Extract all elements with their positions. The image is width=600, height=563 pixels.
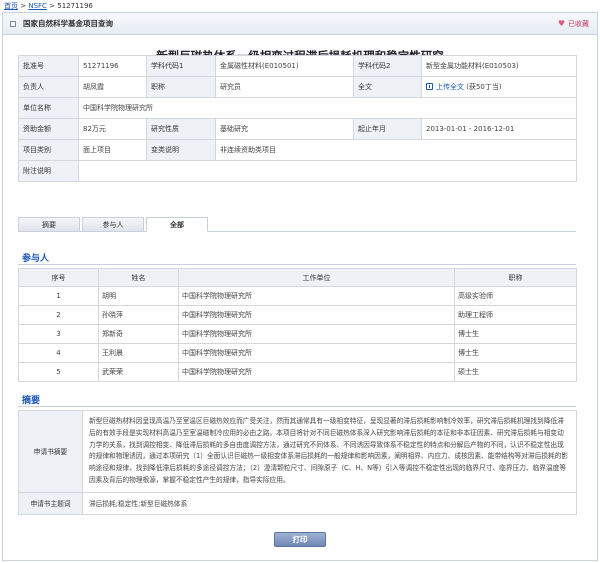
row-title: 博士生 [454,343,577,363]
row-title: 硕士生 [454,362,577,382]
abstract-section-title: 摘要 [22,396,41,406]
note-value [78,160,577,182]
unit-value: 中国科学院物理研究所 [78,97,577,119]
row-unit: 中国科学院物理研究所 [178,362,455,382]
column-header-no: 序号 [18,268,99,287]
approval-no-label: 批准号 [18,55,79,77]
approval-no-value: 51271196 [78,55,147,77]
row-no: 3 [18,324,99,344]
subject-code1-label: 学科代码1 [146,55,216,77]
row-name: 胡明 [98,286,179,306]
row-no: 1 [18,286,99,306]
section-divider [18,264,576,265]
leader-value: 胡凤霞 [78,76,147,98]
row-title: 助理工程师 [454,305,577,325]
breadcrumb-nsfc-link[interactable]: NSFC [28,2,47,10]
row-name: 武荣荣 [98,362,179,382]
row-title: 博士生 [454,324,577,344]
info-row: 资助金额 82万元 研究性质 基础研究 起止年月 2013-01-01 - 20… [18,118,577,140]
breadcrumb: 首页 > NSFC > 51271196 [0,0,600,12]
row-name: 郑新奇 [98,324,179,344]
summary-label: 申请书摘要 [18,410,83,493]
tab-participants[interactable]: 参与人 [82,217,144,232]
favorite-label: 已收藏 [568,20,589,28]
subject-code2-value: 新型金属功能材料(E010503) [421,55,577,77]
participants-section-title: 参与人 [22,254,50,264]
row-unit: 中国科学院物理研究所 [178,324,455,344]
funding-value: 82万元 [78,118,147,140]
table-row: 4 王利晨 中国科学院物理研究所 博士生 [18,343,577,363]
period-label: 起止年月 [353,118,422,140]
project-info-table: 批准号 51271196 学科代码1 金属磁性材料(E010501) 学科代码2… [18,55,577,182]
panel-title: 国家自然科学基金项目查询 [23,19,113,28]
breadcrumb-separator: > [46,2,58,10]
fulltext-reward: (获50丁当) [466,83,502,91]
abstract-row: 申请书摘要 新型巨磁热材料因呈现高温乃至室温区巨磁热效应而广受关注，然而其通常具… [18,410,577,493]
nature-label: 研究性质 [146,118,216,140]
keywords-label: 申请书主题词 [18,491,83,515]
info-row: 项目类别 面上项目 变类说明 非连续资助类项目 [18,139,577,161]
info-row: 附注说明 [18,160,577,182]
row-title: 高级实验师 [454,286,577,306]
row-no: 2 [18,305,99,325]
row-no: 5 [18,362,99,382]
abstract-table: 申请书摘要 新型巨磁热材料因呈现高温乃至室温区巨磁热效应而广受关注，然而其通常具… [18,410,577,515]
row-unit: 中国科学院物理研究所 [178,286,455,306]
info-row: 批准号 51271196 学科代码1 金属磁性材料(E010501) 学科代码2… [18,55,577,77]
participants-table: 序号 姓名 工作单位 职称 1 胡明 中国科学院物理研究所 高级实验师 2 孙晓… [18,268,577,382]
table-row: 3 郑新奇 中国科学院物理研究所 博士生 [18,324,577,344]
row-unit: 中国科学院物理研究所 [178,343,455,363]
fulltext-cell: 上传全文 (获50丁当) [421,76,577,98]
summary-text: 新型巨磁热材料因呈现高温乃至室温区巨磁热效应而广受关注，然而其通常具有一级相变特… [82,410,577,493]
breadcrumb-current: 51271196 [57,2,93,10]
row-name: 王利晨 [98,343,179,363]
category-label: 项目类别 [18,139,79,161]
unit-label: 单位名称 [18,97,79,119]
subject-code1-value: 金属磁性材料(E010501) [215,55,354,77]
row-no: 4 [18,343,99,363]
period-value: 2013-01-01 - 2016-12-01 [421,118,577,140]
change-label: 变类说明 [146,139,216,161]
keywords-row: 申请书主题词 滞后损耗;稳定性;新型巨磁热体系 [18,491,577,515]
category-value: 面上项目 [78,139,147,161]
funding-label: 资助金额 [18,118,79,140]
heart-icon: ♥ [557,19,565,28]
table-row: 5 武荣荣 中国科学院物理研究所 硕士生 [18,362,577,382]
change-value: 非连续资助类项目 [215,139,577,161]
leader-label: 负责人 [18,76,79,98]
info-row: 负责人 胡凤霞 职称 研究员 全文 上传全文 (获50丁当) [18,76,577,98]
section-divider [18,406,576,407]
row-name: 孙晓萍 [98,305,179,325]
tab-all[interactable]: 全部 [146,217,208,232]
table-header-row: 序号 姓名 工作单位 职称 [18,268,577,287]
title-label: 职称 [146,76,216,98]
subject-code2-label: 学科代码2 [353,55,422,77]
upload-icon [426,83,433,90]
panel-header: 国家自然科学基金项目查询 ♥ 已收藏 [3,13,597,35]
info-row: 单位名称 中国科学院物理研究所 [18,97,577,119]
breadcrumb-home-link[interactable]: 首页 [4,2,18,10]
title-value: 研究员 [215,76,354,98]
column-header-title: 职称 [454,268,577,287]
fulltext-label: 全文 [353,76,422,98]
table-row: 2 孙晓萍 中国科学院物理研究所 助理工程师 [18,305,577,325]
upload-fulltext-link[interactable]: 上传全文 [436,83,464,91]
print-button[interactable]: 打印 [274,532,326,547]
nature-value: 基础研究 [215,118,354,140]
tab-bar: 摘要 参与人 全部 [18,217,576,232]
row-unit: 中国科学院物理研究所 [178,305,455,325]
note-label: 附注说明 [18,160,79,182]
favorite-button[interactable]: ♥ 已收藏 [558,13,589,35]
document-icon [10,21,16,27]
tab-abstract[interactable]: 摘要 [18,217,80,232]
breadcrumb-separator: > [18,2,29,10]
keywords-value: 滞后损耗;稳定性;新型巨磁热体系 [82,491,577,515]
column-header-name: 姓名 [98,268,179,287]
column-header-unit: 工作单位 [178,268,455,287]
table-row: 1 胡明 中国科学院物理研究所 高级实验师 [18,286,577,306]
